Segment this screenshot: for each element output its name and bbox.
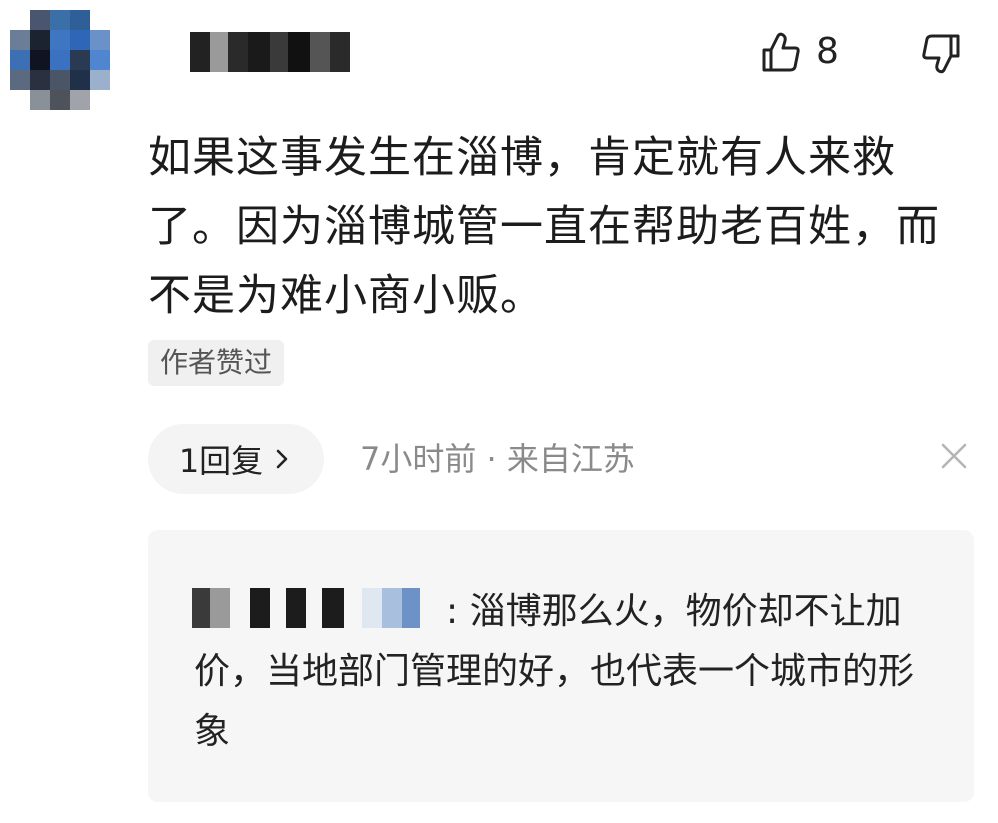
thumbs-down-icon [922,34,960,74]
reply-text: : 淄博那么火，物价却不让加价，当地部门管理的好，也代表一个城市的形象 [194,582,944,762]
comment-card: 8 如果这事发生在淄博，肯定就有人来救了。因为淄博城管一直在帮助老百姓，而不是为… [0,0,998,823]
dislike-button[interactable] [920,32,964,76]
like-button[interactable]: 8 [758,30,839,74]
close-icon [941,443,967,469]
author-liked-badge: 作者赞过 [148,340,285,386]
like-count: 8 [816,31,839,72]
reply-preview[interactable]: : 淄博那么火，物价却不让加价，当地部门管理的好，也代表一个城市的形象 [148,530,974,802]
comment-text: 如果这事发生在淄博，肯定就有人来救了。因为淄博城管一直在帮助老百姓，而不是为难小… [148,133,940,321]
avatar[interactable] [10,10,110,110]
reply-body: 淄博那么火，物价却不让加价，当地部门管理的好，也代表一个城市的形象 [194,591,915,752]
reply-count-label: 1回复 [178,442,264,480]
reply-separator: : [446,591,459,632]
thumbs-up-icon [762,32,800,72]
chevron-right-icon [276,449,288,469]
view-replies-button[interactable]: 1回复 [148,424,324,494]
dismiss-button[interactable] [940,442,968,470]
username-blurred[interactable] [190,32,350,72]
comment-meta: 7小时前 · 来自江苏 [360,440,635,478]
